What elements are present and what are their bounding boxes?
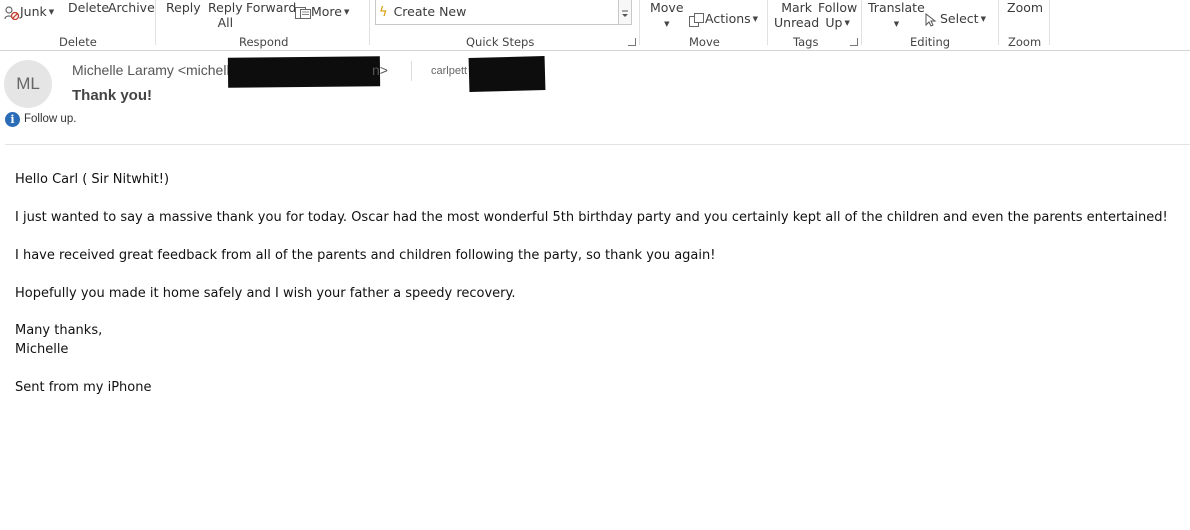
header-separator	[5, 144, 1190, 145]
translate-button[interactable]: Translate ▼	[868, 0, 925, 32]
reply-all-line2: All	[217, 15, 234, 30]
more-icon	[295, 6, 311, 20]
redaction-block	[468, 56, 546, 92]
chevron-down-icon: ▼	[752, 15, 759, 23]
sender-suffix: n>	[372, 62, 388, 78]
junk-button[interactable]: Junk ▼	[4, 4, 54, 20]
actions-label: Actions	[705, 11, 751, 26]
body-signoff: Many thanks,	[15, 323, 103, 338]
move-group-label: Move	[689, 35, 720, 49]
expand-gallery-icon	[622, 10, 628, 17]
more-button[interactable]: More ▼	[295, 4, 349, 20]
body-greeting: Hello Carl ( Sir Nitwhit!)	[15, 172, 170, 187]
body-signature: Michelle	[15, 342, 69, 357]
chevron-down-icon: ▼	[980, 15, 986, 23]
group-divider	[998, 0, 999, 45]
select-button[interactable]: Select ▼	[925, 11, 986, 27]
move-label: Move	[650, 0, 684, 15]
redaction-block	[227, 56, 381, 88]
mark-unread-button[interactable]: Mark Unread	[774, 0, 819, 30]
group-divider	[155, 0, 156, 45]
zoom-group-label: Zoom	[1008, 35, 1042, 49]
message-subject: Thank you!	[72, 87, 153, 104]
chevron-down-icon: ▼	[844, 19, 850, 27]
mark-unread-line2: Unread	[774, 15, 820, 30]
zoom-button[interactable]: Zoom	[1007, 0, 1043, 15]
junk-label: Junk	[20, 4, 47, 19]
delete-group-label: Delete	[59, 35, 97, 49]
editing-group-label: Editing	[910, 35, 951, 49]
chevron-down-icon: ▼	[893, 20, 900, 28]
more-label: More	[311, 4, 342, 19]
actions-icon	[689, 12, 705, 27]
junk-icon	[4, 5, 20, 20]
create-new-quick-step[interactable]: ϟ Create New	[379, 4, 466, 20]
quick-steps-group-label: Quick Steps	[466, 35, 535, 49]
group-divider	[767, 0, 768, 45]
header-divider	[411, 61, 412, 81]
move-button[interactable]: Move ▼	[650, 0, 684, 32]
body-paragraph: I just wanted to say a massive thank you…	[15, 210, 1168, 225]
follow-up-button[interactable]: Follow Up ▼	[818, 0, 857, 31]
forward-button[interactable]: Forward	[246, 0, 296, 15]
chevron-down-icon: ▼	[344, 8, 350, 16]
avatar: ML	[4, 60, 52, 108]
chevron-down-icon: ▼	[664, 20, 670, 28]
respond-group-label: Respond	[239, 35, 289, 49]
body-paragraph: I have received great feedback from all …	[15, 248, 716, 263]
lightning-icon: ϟ	[379, 5, 388, 20]
delete-button[interactable]: Delete	[68, 0, 109, 15]
translate-label: Translate	[868, 0, 925, 15]
actions-button[interactable]: Actions ▼	[689, 11, 758, 27]
group-divider	[1049, 0, 1050, 45]
info-icon: i	[5, 112, 20, 127]
follow-up-line1: Follow	[818, 0, 858, 15]
follow-up-line2: Up ▼	[825, 15, 850, 30]
reply-all-button[interactable]: Reply All	[208, 0, 243, 30]
tags-group-label: Tags	[793, 35, 819, 49]
recipient-line[interactable]: carlpett	[431, 65, 467, 77]
mark-unread-line1: Mark	[781, 0, 813, 15]
reply-all-line1: Reply	[208, 0, 243, 15]
archive-button[interactable]: Archive	[108, 0, 155, 15]
chevron-down-icon: ▼	[48, 8, 55, 16]
infobar-text: Follow up.	[24, 113, 77, 125]
body-sent-from: Sent from my iPhone	[15, 380, 152, 395]
body-paragraph: Hopefully you made it home safely and I …	[15, 286, 516, 301]
dialog-launcher-icon[interactable]	[628, 38, 636, 46]
group-divider	[861, 0, 862, 45]
dialog-launcher-icon[interactable]	[850, 38, 858, 46]
ribbon: Junk ▼ Delete Archive Delete Reply Reply …	[0, 0, 1190, 51]
quick-steps-expand[interactable]	[618, 0, 632, 25]
group-divider	[639, 0, 640, 45]
select-label: Select	[940, 11, 979, 26]
cursor-icon	[925, 12, 937, 27]
group-divider	[369, 0, 370, 45]
reply-button[interactable]: Reply	[166, 0, 201, 15]
create-new-label: Create New	[393, 4, 467, 19]
quick-steps-gallery[interactable]: ϟ Create New	[375, 0, 620, 25]
